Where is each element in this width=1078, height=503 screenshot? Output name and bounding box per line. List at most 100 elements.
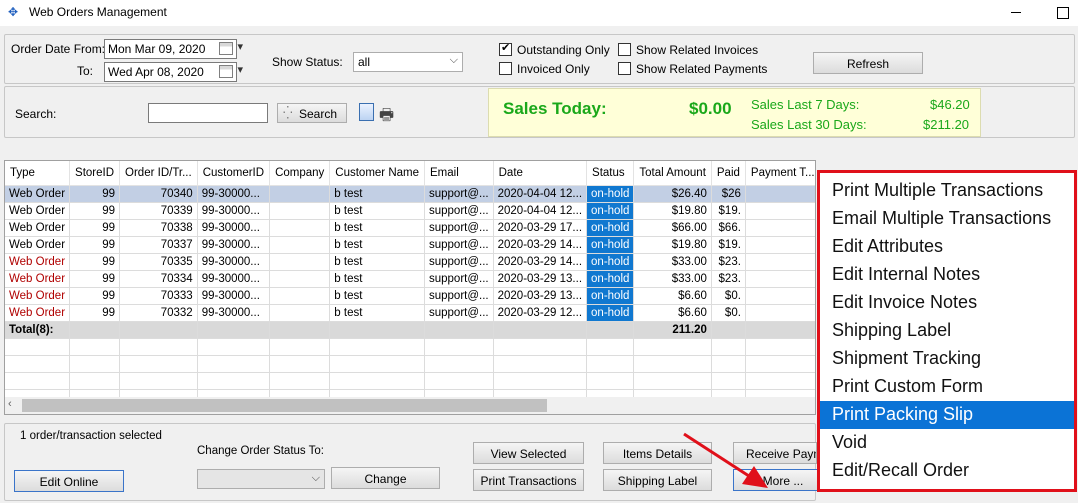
menu-item-print-packing-slip[interactable]: Print Packing Slip: [820, 401, 1074, 429]
menu-item-shipment-tracking[interactable]: Shipment Tracking: [820, 345, 1074, 373]
menu-item-edit-internal-notes[interactable]: Edit Internal Notes: [820, 261, 1074, 289]
cell-empty: [633, 355, 712, 373]
cell-empty: [745, 270, 815, 288]
cell-total: $6.60: [633, 304, 712, 322]
cell-paid: $66.: [711, 219, 746, 237]
menu-item-print-multiple-transactions[interactable]: Print Multiple Transactions: [820, 177, 1074, 205]
horizontal-scrollbar[interactable]: ‹: [5, 397, 815, 414]
cell-empty: [197, 355, 271, 373]
total-label: Total(8):: [5, 321, 71, 339]
change-button[interactable]: Change: [331, 467, 440, 489]
show-related-payments-checkbox[interactable]: [618, 62, 631, 75]
date-to-picker[interactable]: Wed Apr 08, 2020: [104, 62, 243, 82]
column-header[interactable]: StoreID: [69, 161, 121, 186]
table-row[interactable]: Web Order 99 70340 99-30000... b test support…: [5, 185, 815, 203]
minimize-button[interactable]: [1004, 2, 1028, 22]
scrollbar-thumb[interactable]: [22, 399, 547, 412]
scroll-left-icon[interactable]: ‹: [8, 398, 12, 410]
edit-online-button[interactable]: Edit Online: [14, 470, 124, 492]
sales-last30-label: Sales Last 30 Days:: [751, 117, 867, 132]
menu-item-print-custom-form[interactable]: Print Custom Form: [820, 373, 1074, 401]
search-input[interactable]: [148, 103, 268, 123]
cell-empty: [745, 236, 815, 254]
cell-empty: [329, 355, 425, 373]
cell-empty: [197, 338, 271, 356]
cell-customer: 99-30000...: [197, 219, 271, 237]
cell-status: on-hold: [586, 219, 635, 237]
change-status-select[interactable]: ⌵: [197, 469, 325, 489]
cell-empty: [711, 321, 746, 339]
cell-email: support@...: [424, 287, 494, 305]
items-details-button[interactable]: Items Details: [603, 442, 712, 464]
shipping-label-button[interactable]: Shipping Label: [603, 469, 712, 491]
table-row[interactable]: Web Order 99 70334 99-30000... b test support…: [5, 270, 815, 288]
column-header[interactable]: Type: [5, 161, 71, 186]
column-header[interactable]: Total Amount: [633, 161, 712, 186]
menu-item-edit-invoice-notes[interactable]: Edit Invoice Notes: [820, 289, 1074, 317]
table-row[interactable]: Web Order 99 70338 99-30000... b test support…: [5, 219, 815, 237]
print-transactions-button[interactable]: Print Transactions: [473, 469, 584, 491]
cell-status: on-hold: [586, 185, 635, 203]
cell-date: 2020-03-29 14...: [493, 236, 588, 254]
menu-item-void[interactable]: Void: [820, 429, 1074, 457]
sales-today-value: $0.00: [689, 99, 732, 118]
empty-row: [5, 355, 815, 373]
cell-type: Web Order: [5, 236, 71, 254]
cell-empty: [745, 338, 815, 356]
menu-item-email-multiple-transactions[interactable]: Email Multiple Transactions: [820, 205, 1074, 233]
cell-status: on-hold: [586, 287, 635, 305]
document-icon[interactable]: [359, 103, 374, 121]
sales-last30-value: $211.20: [923, 117, 970, 132]
table-row[interactable]: Web Order 99 70333 99-30000... b test support…: [5, 287, 815, 305]
column-header[interactable]: Email: [424, 161, 494, 186]
cell-status: on-hold: [586, 253, 635, 271]
menu-item-edit-recall-order[interactable]: Edit/Recall Order: [820, 457, 1074, 485]
table-row[interactable]: Web Order 99 70339 99-30000... b test support…: [5, 202, 815, 220]
receive-payment-button[interactable]: Receive Payme: [733, 442, 817, 464]
column-header[interactable]: Date: [493, 161, 588, 186]
menu-item-shipping-label[interactable]: Shipping Label: [820, 317, 1074, 345]
calendar-icon[interactable]: [219, 40, 243, 55]
column-header[interactable]: Company: [269, 161, 331, 186]
table-row[interactable]: Web Order 99 70332 99-30000... b test support…: [5, 304, 815, 322]
cell-name: b test: [329, 253, 425, 271]
cell-store: 99: [69, 270, 121, 288]
cell-order: 70334: [119, 270, 198, 288]
cell-paid: $19.: [711, 236, 746, 254]
calendar-icon[interactable]: [219, 63, 243, 78]
invoiced-only-checkbox[interactable]: [499, 62, 512, 75]
date-from-picker[interactable]: Mon Mar 09, 2020: [104, 39, 243, 59]
menu-item-edit-attributes[interactable]: Edit Attributes: [820, 233, 1074, 261]
maximize-button[interactable]: [1050, 2, 1074, 22]
outstanding-only-checkbox[interactable]: [499, 41, 512, 56]
cell-empty: [424, 321, 494, 339]
grid-header-row: Type StoreID Order ID/Tr... CustomerID Compa…: [5, 161, 815, 186]
search-button[interactable]: ⁛ Search: [277, 103, 347, 123]
column-header[interactable]: Customer Name: [329, 161, 425, 186]
refresh-button[interactable]: Refresh: [813, 52, 923, 74]
cell-date: 2020-04-04 12...: [493, 185, 588, 203]
sales-today-label: Sales Today:: [503, 99, 607, 118]
orders-grid[interactable]: Type StoreID Order ID/Tr... CustomerID Compa…: [4, 160, 816, 415]
cell-paid: $19.: [711, 202, 746, 220]
cell-empty: [711, 372, 746, 390]
cell-type: Web Order: [5, 185, 71, 203]
view-selected-button[interactable]: View Selected: [473, 442, 584, 464]
column-header[interactable]: Status: [586, 161, 635, 186]
cell-empty: [424, 338, 494, 356]
sales-last7-value: $46.20: [930, 97, 970, 112]
printer-icon[interactable]: 🖶: [379, 104, 394, 131]
cell-empty: [711, 338, 746, 356]
cell-order: 70335: [119, 253, 198, 271]
column-header[interactable]: CustomerID: [197, 161, 271, 186]
cell-empty: [745, 253, 815, 271]
column-header[interactable]: Paid: [711, 161, 746, 186]
column-header[interactable]: Payment T...: [745, 161, 815, 186]
show-status-select[interactable]: all ⌵: [353, 52, 463, 72]
table-row[interactable]: Web Order 99 70337 99-30000... b test support…: [5, 236, 815, 254]
cell-customer: 99-30000...: [197, 185, 271, 203]
show-related-invoices-checkbox[interactable]: [618, 43, 631, 56]
column-header[interactable]: Order ID/Tr...: [119, 161, 198, 186]
table-row[interactable]: Web Order 99 70335 99-30000... b test support…: [5, 253, 815, 271]
invoiced-only-label: Invoiced Only: [517, 62, 590, 76]
